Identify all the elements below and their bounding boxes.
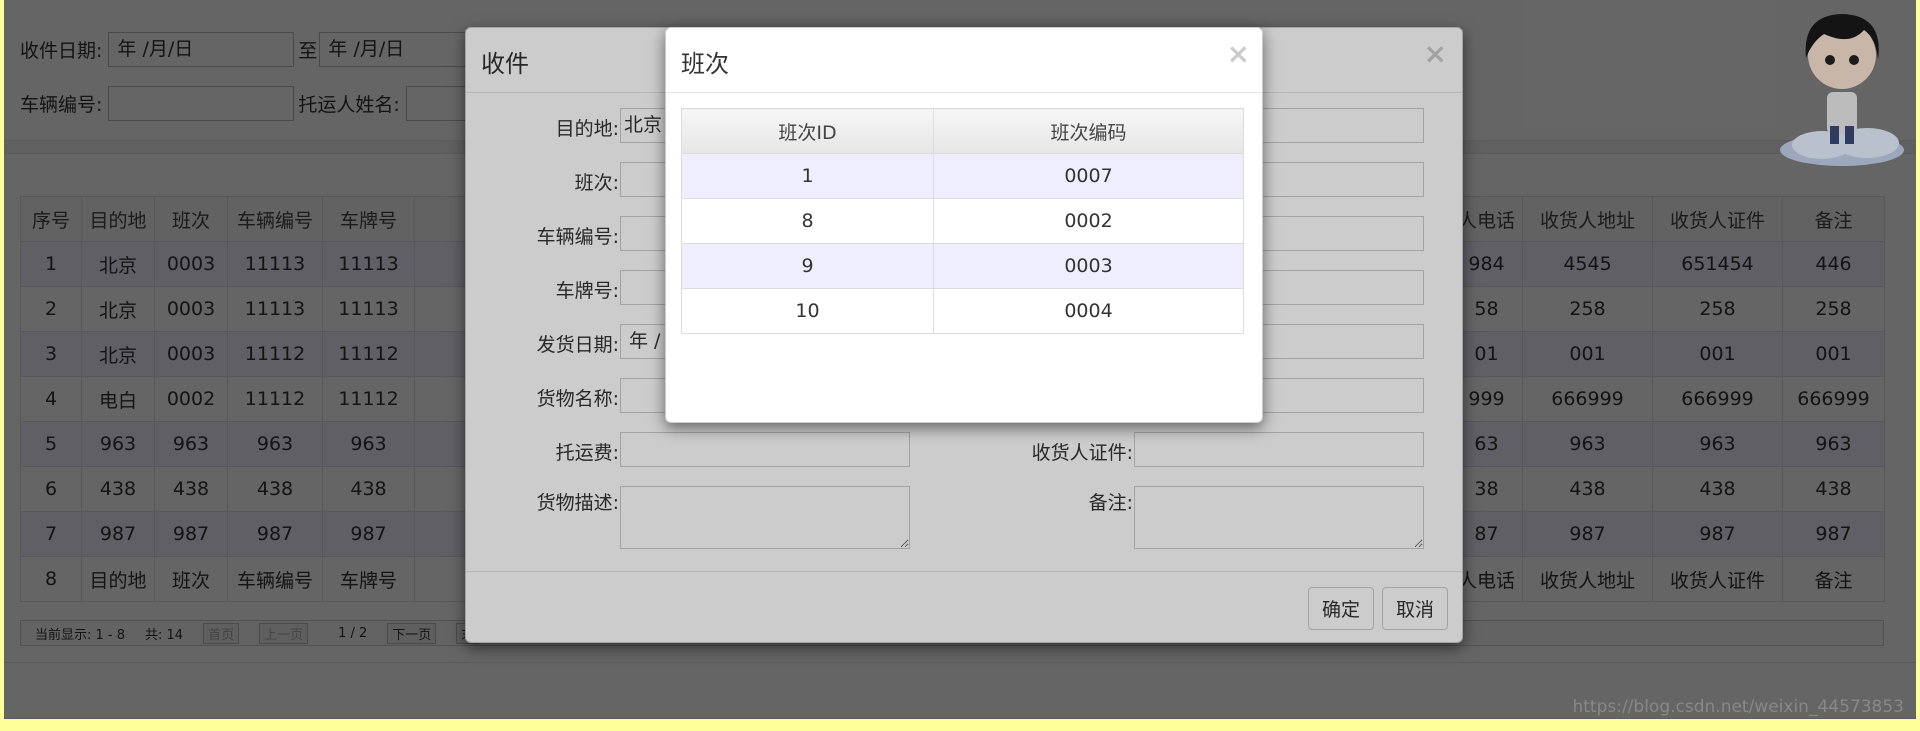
shift-modal: 班次 × 班次ID 班次编码 1 0007 8 0002 9 0003 10 0004 — [665, 27, 1263, 423]
shift-table-body: 1 0007 8 0002 9 0003 10 0004 — [681, 153, 1244, 334]
shift-table-cell: 0004 — [933, 288, 1244, 334]
shift-table-column-header: 班次ID — [681, 108, 934, 154]
shift-table: 班次ID 班次编码 1 0007 8 0002 9 0003 10 0004 — [681, 108, 1244, 334]
shift-table-row[interactable]: 9 0003 — [681, 243, 1244, 289]
shift-modal-header: 班次 × — [666, 28, 1262, 93]
shift-modal-close-icon[interactable]: × — [1227, 40, 1250, 68]
shift-table-cell: 0002 — [933, 198, 1244, 244]
shift-table-row[interactable]: 8 0002 — [681, 198, 1244, 244]
page: 收件日期: 年 /月/日 至 年 /月/日 车辆编号: 托运人姓名: 序号目的地… — [4, 0, 1916, 719]
shift-table-cell: 0007 — [933, 153, 1244, 199]
shift-table-cell: 9 — [681, 243, 934, 289]
shift-modal-title: 班次 — [681, 50, 729, 78]
watermark-url: https://blog.csdn.net/weixin_44573853 — [1572, 697, 1904, 717]
shift-table-cell: 0003 — [933, 243, 1244, 289]
shift-table-column-header: 班次编码 — [933, 108, 1244, 154]
shift-table-cell: 8 — [681, 198, 934, 244]
shift-table-cell: 1 — [681, 153, 934, 199]
shift-table-header-row: 班次ID 班次编码 — [681, 108, 1244, 154]
shift-table-cell: 10 — [681, 288, 934, 334]
shift-table-row[interactable]: 10 0004 — [681, 288, 1244, 334]
shift-table-row[interactable]: 1 0007 — [681, 153, 1244, 199]
